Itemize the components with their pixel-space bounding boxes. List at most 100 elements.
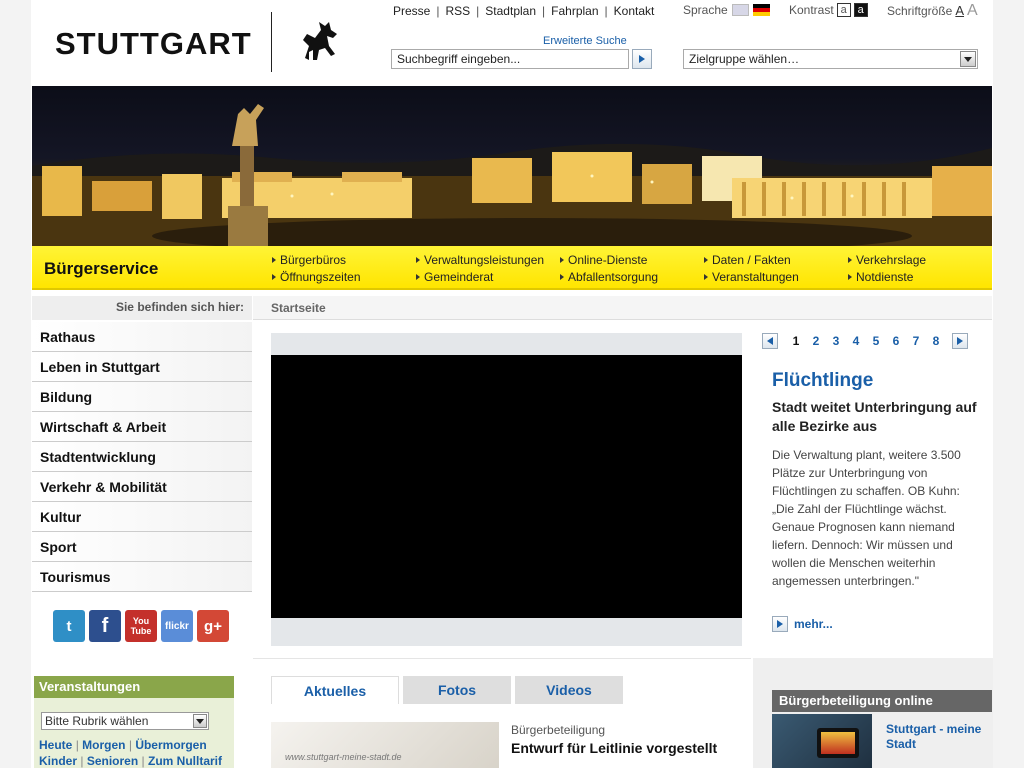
search-submit-button[interactable] <box>632 49 652 69</box>
service-link-label: Verkehrslage <box>856 253 927 267</box>
tab-fotos[interactable]: Fotos <box>403 676 511 704</box>
arrow-right-icon <box>560 274 564 280</box>
video-player[interactable] <box>271 355 742 618</box>
uk-flag-icon[interactable] <box>731 4 749 16</box>
arrow-right-icon <box>704 274 708 280</box>
nav-item-bildung[interactable]: Bildung <box>32 382 252 412</box>
news-title[interactable]: Flüchtlinge <box>772 370 873 392</box>
breadcrumb: Startseite <box>253 296 992 320</box>
service-link-label: Veranstaltungen <box>712 270 799 284</box>
google-plus-icon[interactable]: g+ <box>197 610 229 642</box>
schrift-label: Schriftgröße <box>887 4 953 18</box>
service-link-notdienste[interactable]: Notdienste <box>848 270 913 284</box>
nav-item-sport[interactable]: Sport <box>32 532 252 562</box>
events-link-uebermorgen[interactable]: Übermorgen <box>135 738 206 752</box>
pager-page[interactable]: 1 <box>786 334 806 348</box>
youtube-icon[interactable]: You Tube <box>125 610 157 642</box>
contrast-high-button[interactable]: a <box>853 3 868 17</box>
news-more-link[interactable]: mehr... <box>772 616 833 632</box>
target-group-select[interactable]: Zielgruppe wählen… <box>683 49 978 69</box>
stuttgart-horse-icon <box>303 22 337 60</box>
events-link-heute[interactable]: Heute <box>39 738 72 752</box>
tab-videos[interactable]: Videos <box>515 676 623 704</box>
arrow-right-icon <box>272 257 276 263</box>
facebook-icon[interactable]: f <box>89 610 121 642</box>
search-input[interactable]: Suchbegriff eingeben... <box>391 49 629 69</box>
events-category-select[interactable]: Bitte Rubrik wählen <box>41 712 209 730</box>
tab-aktuelles[interactable]: Aktuelles <box>271 676 399 704</box>
topnav-kontakt[interactable]: Kontakt <box>614 4 655 18</box>
de-flag-icon[interactable] <box>752 4 770 16</box>
pager-page[interactable]: 5 <box>866 334 886 348</box>
service-link-label: Verwaltungsleistungen <box>424 253 545 267</box>
font-large-button[interactable]: A <box>967 2 978 20</box>
participation-link[interactable]: Stuttgart - meine Stadt <box>886 722 991 752</box>
service-link-label: Notdienste <box>856 270 914 284</box>
news-more-label: mehr... <box>794 617 833 631</box>
service-link-verwaltungsleistungen[interactable]: Verwaltungsleistungen <box>416 253 544 267</box>
contrast-normal-button[interactable]: a <box>836 3 851 17</box>
topnav-presse[interactable]: Presse <box>393 4 430 18</box>
teaser-category: Bürgerbeteiligung <box>511 723 606 737</box>
nav-item-tourismus[interactable]: Tourismus <box>32 562 252 592</box>
events-category-value: Bitte Rubrik wählen <box>45 714 149 728</box>
pager-page[interactable]: 8 <box>926 334 946 348</box>
chevron-down-icon <box>193 714 207 728</box>
service-link-oeffnungszeiten[interactable]: Öffnungszeiten <box>272 270 361 284</box>
topnav-stadtplan[interactable]: Stadtplan <box>485 4 536 18</box>
pager-next-button[interactable] <box>952 333 968 349</box>
nav-item-stadtentwicklung[interactable]: Stadtentwicklung <box>32 442 252 472</box>
participation-title: Bürgerbeteiligung online <box>772 690 992 712</box>
service-link-buergerbueros[interactable]: Bürgerbüros <box>272 253 346 267</box>
arrow-right-icon <box>848 257 852 263</box>
events-box: Bitte Rubrik wählen Heute | Morgen | Übe… <box>34 698 234 768</box>
flickr-icon[interactable]: flickr <box>161 610 193 642</box>
topnav-fahrplan[interactable]: Fahrplan <box>551 4 598 18</box>
nav-item-wirtschaft-arbeit[interactable]: Wirtschaft & Arbeit <box>32 412 252 442</box>
service-link-veranstaltungen[interactable]: Veranstaltungen <box>704 270 799 284</box>
buergerservice-bar: Bürgerservice Bürgerbüros Öffnungszeiten… <box>32 246 992 290</box>
breadcrumb-label: Sie befinden sich hier: <box>32 296 252 320</box>
news-tabs: Aktuelles Fotos Videos <box>271 676 623 704</box>
events-link-nulltarif[interactable]: Zum Nulltarif <box>148 754 222 768</box>
advanced-search-link[interactable]: Erweiterte Suche <box>543 35 627 47</box>
service-link-daten-fakten[interactable]: Daten / Fakten <box>704 253 791 267</box>
language-switcher: Sprache <box>683 3 770 17</box>
service-link-online-dienste[interactable]: Online-Dienste <box>560 253 647 267</box>
pager-page[interactable]: 2 <box>806 334 826 348</box>
stuttgart-logo[interactable]: STUTTGART <box>55 16 252 72</box>
font-normal-button[interactable]: A <box>955 3 964 18</box>
nav-item-kultur[interactable]: Kultur <box>32 502 252 532</box>
pager-page[interactable]: 7 <box>906 334 926 348</box>
service-link-abfallentsorgung[interactable]: Abfallentsorgung <box>560 270 658 284</box>
news-body: Die Verwaltung plant, weitere 3.500 Plät… <box>772 448 961 588</box>
arrow-right-icon <box>272 274 276 280</box>
contrast-switcher: Kontrast a a <box>789 3 868 17</box>
service-link-verkehrslage[interactable]: Verkehrslage <box>848 253 926 267</box>
arrow-right-icon <box>957 337 963 345</box>
events-link-senioren[interactable]: Senioren <box>87 754 138 768</box>
left-navigation: Rathaus Leben in Stuttgart Bildung Wirts… <box>32 322 252 592</box>
teaser-image-text: www.stuttgart-meine-stadt.de <box>285 752 402 762</box>
pager-prev-button[interactable] <box>762 333 778 349</box>
breadcrumb-current[interactable]: Startseite <box>271 301 326 315</box>
topnav-rss[interactable]: RSS <box>445 4 470 18</box>
pager-page[interactable]: 3 <box>826 334 846 348</box>
events-link-morgen[interactable]: Morgen <box>82 738 125 752</box>
events-link-kinder[interactable]: Kinder <box>39 754 77 768</box>
pager-page[interactable]: 4 <box>846 334 866 348</box>
nav-item-rathaus[interactable]: Rathaus <box>32 322 252 352</box>
nav-item-verkehr-mobilitaet[interactable]: Verkehr & Mobilität <box>32 472 252 502</box>
twitter-icon[interactable]: t <box>53 610 85 642</box>
teaser-title[interactable]: Entwurf für Leitlinie vorgestellt <box>511 740 717 756</box>
pager-page[interactable]: 6 <box>886 334 906 348</box>
arrow-left-icon <box>767 337 773 345</box>
news-pager: 1 2 3 4 5 6 7 8 <box>762 333 968 349</box>
arrow-right-icon <box>560 257 564 263</box>
chevron-down-icon <box>960 51 976 67</box>
teaser-image[interactable]: www.stuttgart-meine-stadt.de <box>271 722 499 768</box>
service-link-gemeinderat[interactable]: Gemeinderat <box>416 270 493 284</box>
events-title: Veranstaltungen <box>34 676 234 698</box>
nav-item-leben-in-stuttgart[interactable]: Leben in Stuttgart <box>32 352 252 382</box>
arrow-right-icon <box>772 616 788 632</box>
